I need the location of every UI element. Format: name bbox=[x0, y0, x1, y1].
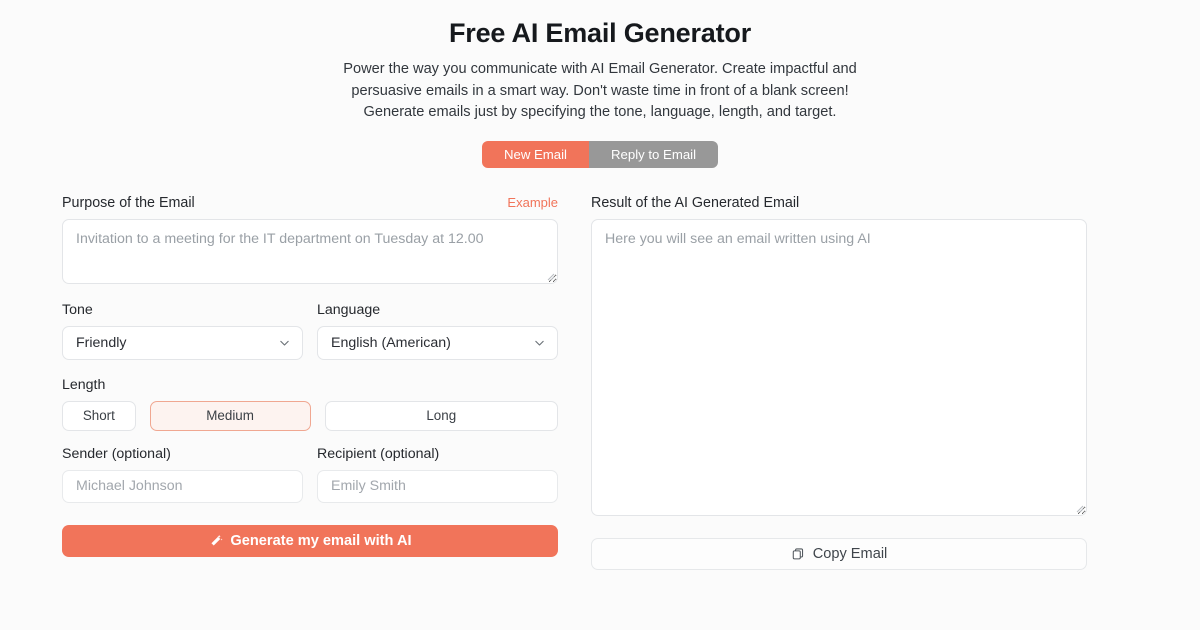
language-field: Language English (American) bbox=[317, 302, 558, 360]
length-option-medium[interactable]: Medium bbox=[149, 400, 311, 431]
result-label-row: Result of the AI Generated Email bbox=[591, 195, 1087, 211]
copy-email-button[interactable]: Copy Email bbox=[591, 537, 1087, 570]
length-field: Length Short Medium Long bbox=[62, 377, 558, 431]
ai-email-generator-page: Free AI Email Generator Power the way yo… bbox=[0, 0, 1200, 630]
page-subtitle: Power the way you communicate with AI Em… bbox=[343, 61, 857, 120]
chevron-down-icon bbox=[280, 340, 289, 346]
page-header: Free AI Email Generator Power the way yo… bbox=[0, 0, 1200, 124]
tab-bar-wrapper: New Email Reply to Email bbox=[0, 140, 1200, 168]
recipient-field: Recipient (optional) bbox=[317, 446, 558, 503]
length-option-short[interactable]: Short bbox=[62, 400, 136, 431]
length-option-long[interactable]: Long bbox=[324, 400, 558, 431]
language-selected-value: English (American) bbox=[331, 334, 451, 351]
example-link[interactable]: Example bbox=[507, 195, 558, 210]
tone-language-row: Tone Friendly Language English (American… bbox=[62, 302, 558, 360]
sender-field: Sender (optional) bbox=[62, 446, 303, 503]
purpose-input[interactable] bbox=[62, 218, 558, 284]
language-select[interactable]: English (American) bbox=[317, 325, 558, 360]
generate-email-button[interactable]: Generate my email with AI bbox=[62, 524, 558, 557]
right-column: Result of the AI Generated Email Co bbox=[591, 195, 1087, 570]
purpose-textarea-wrapper bbox=[62, 218, 558, 284]
form-columns: Purpose of the Email Example Tone Friend… bbox=[0, 195, 1200, 570]
tab-reply-to-email[interactable]: Reply to Email bbox=[589, 140, 719, 168]
chevron-down-icon bbox=[535, 340, 544, 346]
copy-icon bbox=[791, 546, 806, 561]
sender-input[interactable] bbox=[62, 469, 303, 503]
copy-action-row: Copy Email bbox=[591, 537, 1087, 570]
language-label: Language bbox=[317, 301, 381, 318]
magic-wand-icon bbox=[208, 533, 223, 548]
left-column: Purpose of the Email Example Tone Friend… bbox=[62, 195, 558, 570]
sender-label: Sender (optional) bbox=[62, 445, 171, 462]
generate-email-button-label: Generate my email with AI bbox=[230, 532, 412, 549]
result-output[interactable] bbox=[591, 218, 1087, 516]
page-title: Free AI Email Generator bbox=[448, 18, 751, 48]
tone-selected-value: Friendly bbox=[76, 334, 127, 351]
length-label: Length bbox=[62, 376, 106, 393]
tone-label: Tone bbox=[62, 301, 93, 318]
purpose-label-row: Purpose of the Email Example bbox=[62, 195, 558, 211]
recipient-input[interactable] bbox=[317, 469, 558, 503]
tone-field: Tone Friendly bbox=[62, 302, 303, 360]
result-label: Result of the AI Generated Email bbox=[591, 194, 800, 211]
tab-bar: New Email Reply to Email bbox=[481, 140, 719, 168]
tab-new-email[interactable]: New Email bbox=[481, 140, 589, 168]
length-options: Short Medium Long bbox=[62, 400, 558, 431]
sender-recipient-row: Sender (optional) Recipient (optional) bbox=[62, 446, 558, 503]
copy-email-button-label: Copy Email bbox=[812, 545, 888, 562]
generate-action-row: Generate my email with AI bbox=[62, 524, 558, 557]
result-textarea-wrapper bbox=[591, 218, 1087, 516]
recipient-label: Recipient (optional) bbox=[317, 445, 440, 462]
purpose-label: Purpose of the Email bbox=[62, 194, 195, 211]
tone-select[interactable]: Friendly bbox=[62, 325, 303, 360]
